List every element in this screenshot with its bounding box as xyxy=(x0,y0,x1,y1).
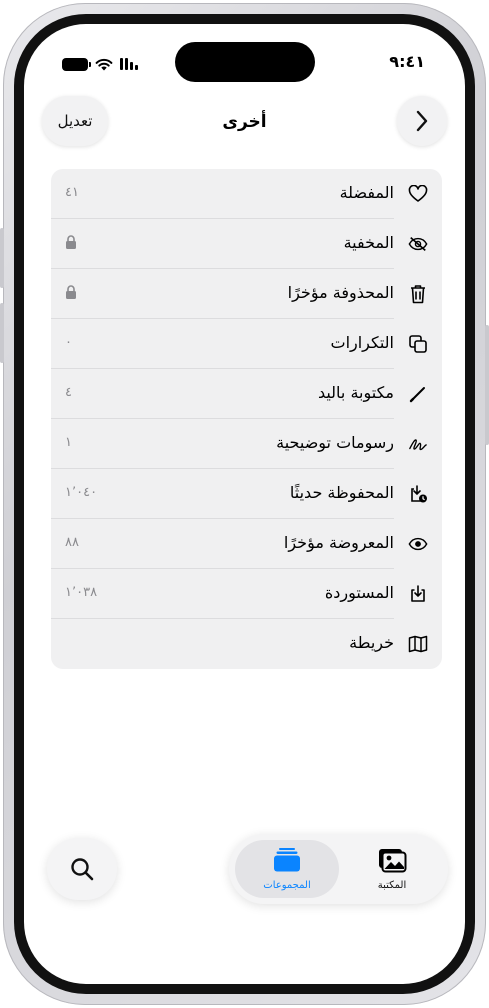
row-count: ٨٨ xyxy=(65,535,79,550)
tab-library-label: المكتبة xyxy=(377,880,407,891)
phone-frame: ٩:٤١ أخرى تعديل المفضلة ٤١ المخفية المحذ… xyxy=(0,3,489,1005)
other-albums-list: المفضلة ٤١ المخفية المحذوفة مؤخرًا التكر… xyxy=(51,169,442,669)
screen: ٩:٤١ أخرى تعديل المفضلة ٤١ المخفية المحذ… xyxy=(24,24,465,984)
volume-up-button xyxy=(0,228,4,288)
list-item-illustrations[interactable]: رسومات توضيحية ١ xyxy=(51,419,442,469)
row-label: المخفية xyxy=(343,233,394,252)
row-count: ٤١ xyxy=(65,185,79,200)
eye-slash-icon xyxy=(408,234,428,254)
edit-button[interactable]: تعديل xyxy=(42,96,108,146)
row-label: رسومات توضيحية xyxy=(276,433,394,452)
row-label: خريطة xyxy=(349,633,394,652)
navigation-bar: أخرى تعديل xyxy=(24,84,465,156)
row-label: المفضلة xyxy=(339,183,394,202)
list-item-hidden[interactable]: المخفية xyxy=(51,219,442,269)
list-item-handwriting[interactable]: مكتوبة باليد ٤ xyxy=(51,369,442,419)
lock-icon xyxy=(66,285,76,299)
volume-down-button xyxy=(0,303,4,363)
collections-icon xyxy=(274,848,300,872)
dynamic-island xyxy=(175,42,315,82)
saved-icon xyxy=(408,484,428,504)
status-bar: ٩:٤١ xyxy=(24,24,465,84)
map-icon xyxy=(408,634,428,654)
pencil-icon xyxy=(408,384,428,404)
search-icon xyxy=(71,858,94,881)
row-label: مكتوبة باليد xyxy=(317,383,394,402)
heart-icon xyxy=(408,184,428,204)
trash-icon xyxy=(408,284,428,304)
list-item-recently-viewed[interactable]: المعروضة مؤخرًا ٨٨ xyxy=(51,519,442,569)
duplicate-icon xyxy=(408,334,428,354)
phone-bezel: ٩:٤١ أخرى تعديل المفضلة ٤١ المخفية المحذ… xyxy=(14,14,475,994)
row-count: ١٬٠٣٨ xyxy=(65,585,98,600)
eye-icon xyxy=(408,534,428,554)
list-item-map[interactable]: خريطة xyxy=(51,619,442,669)
status-time: ٩:٤١ xyxy=(389,52,425,71)
row-count: ١٬٠٤٠ xyxy=(65,485,98,500)
lock-icon xyxy=(66,235,76,249)
tab-collections-label: المجموعات xyxy=(263,880,311,891)
library-icon xyxy=(379,849,407,873)
row-label: المعروضة مؤخرًا xyxy=(283,533,394,552)
status-icons xyxy=(62,57,138,71)
list-item-imports[interactable]: المستوردة ١٬٠٣٨ xyxy=(51,569,442,619)
row-label: المحذوفة مؤخرًا xyxy=(287,283,394,302)
signal-icon xyxy=(120,58,138,70)
list-item-recently-deleted[interactable]: المحذوفة مؤخرًا xyxy=(51,269,442,319)
side-button xyxy=(485,325,489,445)
row-label: المستوردة xyxy=(324,583,394,602)
row-label: المحفوظة حديثًا xyxy=(289,483,394,502)
row-label: التكرارات xyxy=(330,333,395,352)
row-count: ١ xyxy=(65,435,72,450)
list-item-favorites[interactable]: المفضلة ٤١ xyxy=(51,169,442,219)
scribble-icon xyxy=(408,434,428,454)
wifi-icon xyxy=(95,58,113,70)
search-button[interactable] xyxy=(47,838,117,900)
row-count: ٤ xyxy=(65,385,72,400)
row-count: ٠ xyxy=(65,335,72,350)
list-item-recently-saved[interactable]: المحفوظة حديثًا ١٬٠٤٠ xyxy=(51,469,442,519)
tab-bar: المجموعات المكتبة xyxy=(229,834,448,904)
tab-collections[interactable]: المجموعات xyxy=(235,840,339,898)
battery-icon xyxy=(62,57,91,71)
list-item-duplicates[interactable]: التكرارات ٠ xyxy=(51,319,442,369)
import-icon xyxy=(408,584,428,604)
tab-library[interactable]: المكتبة xyxy=(342,840,442,898)
